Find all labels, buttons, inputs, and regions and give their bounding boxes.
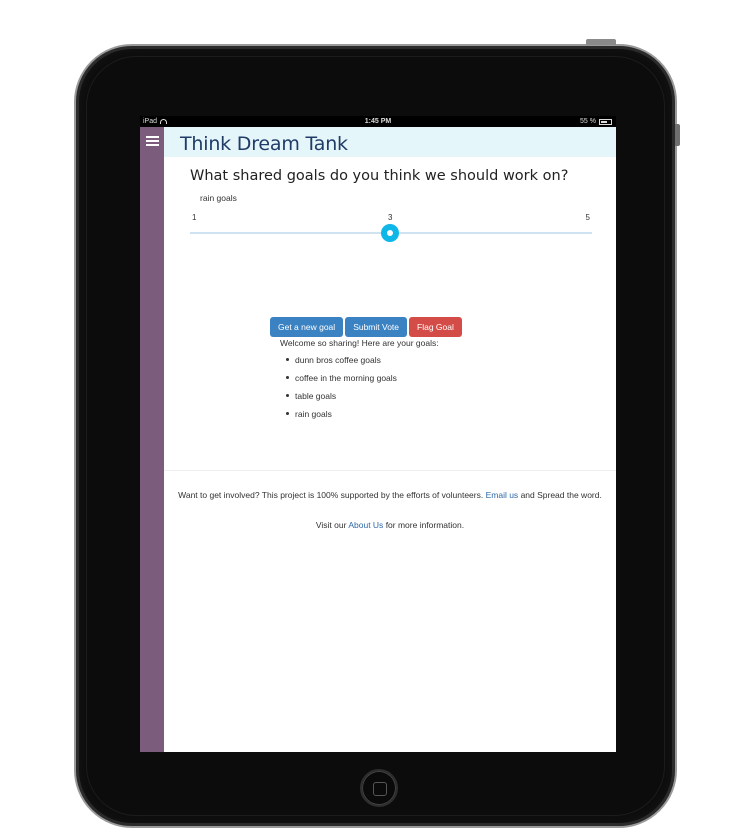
status-bar: iPad 1:45 PM 55 % bbox=[140, 116, 616, 127]
flag-goal-button[interactable]: Flag Goal bbox=[409, 317, 462, 337]
list-item: coffee in the morning goals bbox=[280, 372, 397, 390]
status-time: 1:45 PM bbox=[364, 118, 392, 125]
home-button[interactable] bbox=[360, 769, 398, 807]
screen: iPad 1:45 PM 55 % Think Dream Tank What … bbox=[140, 116, 616, 752]
action-buttons: Get a new goal Submit Vote Flag Goal bbox=[270, 317, 462, 337]
slider-max-label: 5 bbox=[585, 213, 590, 222]
battery-icon bbox=[599, 118, 612, 125]
list-item: dunn bros coffee goals bbox=[280, 354, 397, 372]
slider-thumb[interactable] bbox=[381, 224, 399, 242]
welcome-message: Welcome so sharing! Here are your goals: bbox=[280, 338, 439, 348]
footer-line1-prefix: Want to get involved? This project is 10… bbox=[178, 490, 484, 500]
footer-involvement: Want to get involved? This project is 10… bbox=[178, 489, 602, 501]
get-new-goal-button[interactable]: Get a new goal bbox=[270, 317, 344, 337]
slider-min-label: 1 bbox=[192, 213, 197, 222]
about-us-link[interactable]: About Us bbox=[348, 520, 383, 530]
hamburger-menu-icon[interactable] bbox=[146, 136, 159, 146]
list-item: rain goals bbox=[280, 408, 397, 426]
power-button bbox=[586, 39, 616, 45]
footer-line2-prefix: Visit our bbox=[315, 520, 347, 530]
question-heading: What shared goals do you think we should… bbox=[190, 168, 569, 184]
goals-list: dunn bros coffee goals coffee in the mor… bbox=[280, 354, 397, 426]
header: Think Dream Tank bbox=[164, 127, 616, 157]
slider-mid-label: 3 bbox=[388, 213, 393, 222]
footer-divider bbox=[164, 470, 616, 471]
status-right: 55 % bbox=[580, 116, 612, 127]
footer-line1-suffix: and Spread the word. bbox=[520, 490, 602, 500]
vote-slider[interactable]: 1 3 5 bbox=[190, 210, 592, 244]
current-goal-label: rain goals bbox=[200, 193, 237, 203]
main-content: Think Dream Tank What shared goals do yo… bbox=[164, 127, 616, 752]
list-item: table goals bbox=[280, 390, 397, 408]
side-switch bbox=[675, 124, 680, 146]
email-us-link[interactable]: Email us bbox=[486, 490, 519, 500]
footer-about: Visit our About Us for more information. bbox=[178, 519, 602, 531]
page-title: Think Dream Tank bbox=[180, 133, 348, 155]
footer-line2-suffix: for more information. bbox=[385, 520, 465, 530]
battery-label: 55 % bbox=[580, 118, 596, 125]
submit-vote-button[interactable]: Submit Vote bbox=[345, 317, 408, 337]
sidebar bbox=[140, 127, 164, 752]
